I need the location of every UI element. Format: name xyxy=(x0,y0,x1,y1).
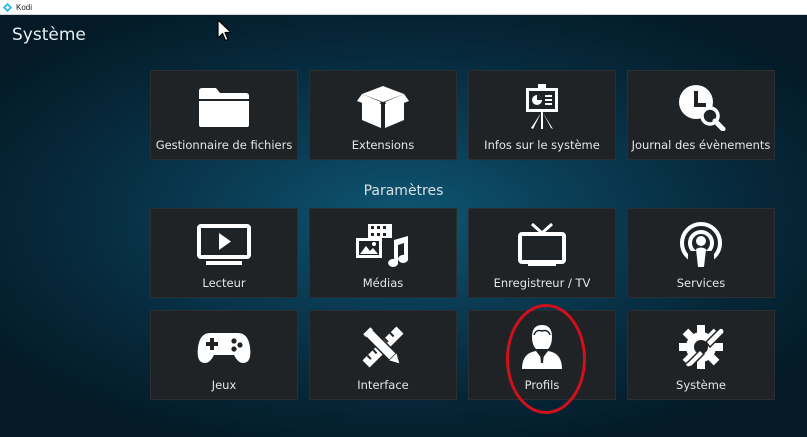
section-title: Paramètres xyxy=(363,183,444,199)
tile-media[interactable]: Médias xyxy=(309,208,457,298)
tile-extensions[interactable]: Extensions xyxy=(309,70,457,160)
tile-event-log[interactable]: Journal des évènements xyxy=(627,70,775,160)
tile-label: Journal des évènements xyxy=(631,138,771,152)
tile-label: Services xyxy=(676,276,726,290)
tile-system-info[interactable]: Infos sur le système xyxy=(468,70,616,160)
tile-file-manager[interactable]: Gestionnaire de fichiers xyxy=(150,70,298,160)
tile-label: Extensions xyxy=(351,138,415,152)
tile-label: Interface xyxy=(357,378,409,392)
tile-label: Système xyxy=(676,378,726,392)
tile-label: Médias xyxy=(362,276,404,290)
kodi-logo-icon xyxy=(3,2,12,12)
tile-label: Jeux xyxy=(211,378,237,392)
kodi-system-screen: Système Gestionnaire de fichiers Extensi… xyxy=(0,15,807,437)
tile-system[interactable]: Système xyxy=(627,310,775,400)
page-title: Système xyxy=(12,25,86,45)
pencil-ruler-icon xyxy=(353,323,413,371)
window-title: Kodi xyxy=(16,2,33,12)
tv-icon xyxy=(512,221,572,269)
folder-icon xyxy=(194,83,254,131)
tile-label: Enregistreur / TV xyxy=(493,276,591,290)
tile-player[interactable]: Lecteur xyxy=(150,208,298,298)
clock-search-icon xyxy=(671,83,731,131)
tile-services[interactable]: Services xyxy=(627,208,775,298)
tile-label: Gestionnaire de fichiers xyxy=(155,138,293,152)
tile-interface[interactable]: Interface xyxy=(309,310,457,400)
gamepad-icon xyxy=(194,323,254,371)
media-icon xyxy=(353,221,413,269)
tile-pvr-tv[interactable]: Enregistreur / TV xyxy=(468,208,616,298)
monitor-play-icon xyxy=(194,221,254,269)
red-highlight-annotation xyxy=(506,304,586,414)
presentation-icon xyxy=(512,83,572,131)
tile-label: Lecteur xyxy=(202,276,246,290)
gear-wrench-icon xyxy=(671,323,731,371)
podcast-icon xyxy=(671,221,731,269)
box-icon xyxy=(353,83,413,131)
tile-label: Infos sur le système xyxy=(484,138,600,152)
window-titlebar: Kodi xyxy=(0,0,807,15)
tile-games[interactable]: Jeux xyxy=(150,310,298,400)
mouse-pointer-icon xyxy=(217,19,233,47)
